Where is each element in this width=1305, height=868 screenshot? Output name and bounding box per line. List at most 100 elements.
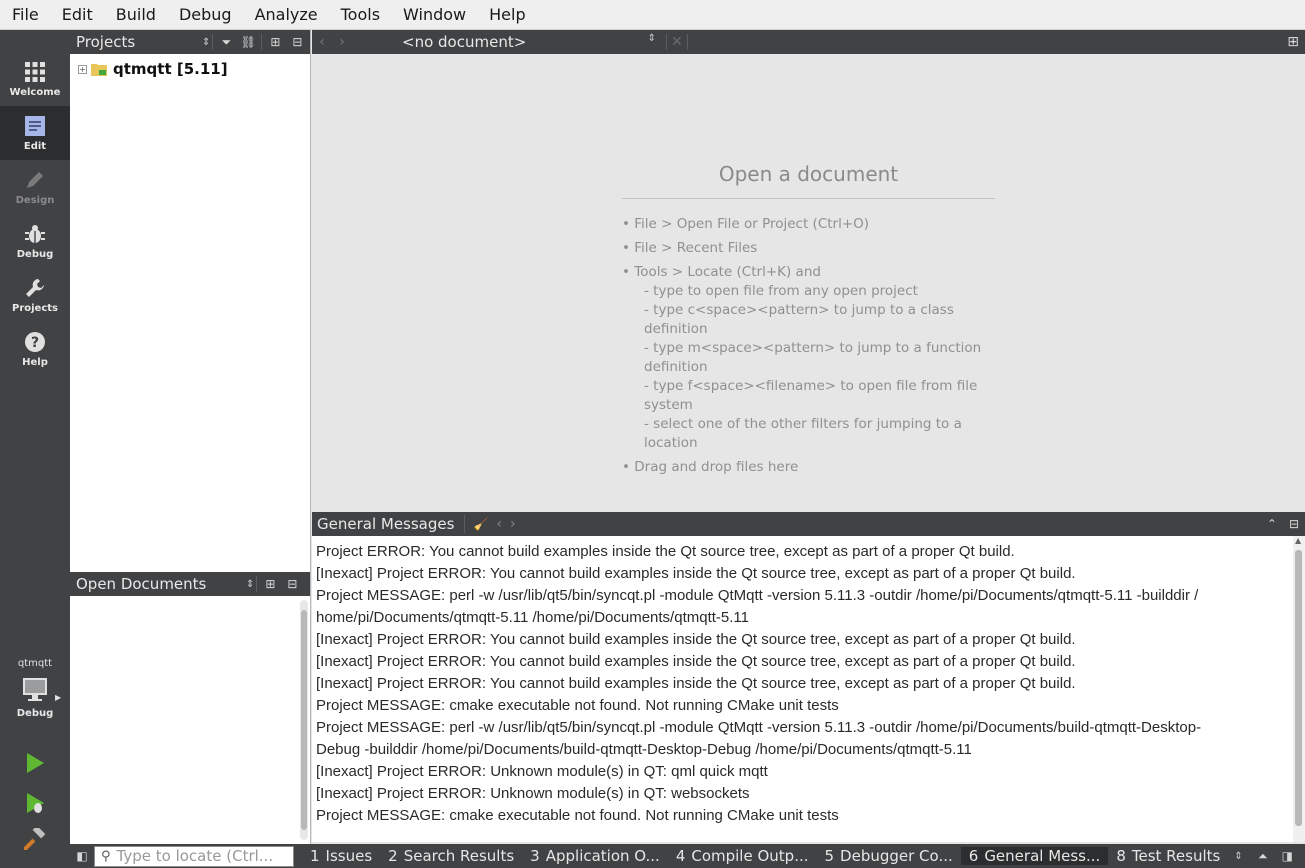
hint-item: • Tools > Locate (Ctrl+K) and: [622, 264, 821, 280]
wrench-icon: [26, 278, 44, 297]
menu-build[interactable]: Build: [104, 0, 167, 30]
output-line: Project MESSAGE: perl -w /usr/lib/qt5/bi…: [316, 719, 1202, 736]
prev-icon[interactable]: ‹: [496, 516, 502, 532]
tab-number: 2: [388, 847, 398, 865]
mode-design[interactable]: Design: [0, 160, 70, 214]
document-combo[interactable]: <no document> ⇕: [402, 33, 660, 51]
kit-selector[interactable]: Debug: [0, 676, 70, 732]
tab-label: General Mess...: [984, 847, 1101, 865]
close-document-icon[interactable]: ✕: [666, 34, 688, 50]
forward-icon[interactable]: ›: [332, 34, 352, 50]
question-icon: ?: [25, 331, 45, 352]
expand-icon[interactable]: +: [78, 64, 87, 74]
project-name: qtmqtt [5.11]: [113, 60, 228, 78]
output-line: Debug -builddir /home/pi/Documents/build…: [316, 741, 972, 758]
play-icon: [27, 753, 44, 773]
locator-input[interactable]: ⚲ Type to locate (Ctrl...: [94, 845, 294, 867]
output-tab-issues[interactable]: 1 Issues: [302, 847, 380, 865]
sub-hint: - type m<space><pattern> to jump to a fu…: [644, 340, 982, 375]
menu-edit[interactable]: Edit: [50, 0, 104, 30]
separator: [261, 34, 263, 50]
projects-pane: Projects ⇕ ⏷ ⛓ ⊞ ⊟ + qtmqtt [5.11]: [70, 30, 311, 572]
output-line: Project MESSAGE: perl -w /usr/lib/qt5/bi…: [316, 587, 1199, 604]
open-documents-scrollbar[interactable]: [300, 600, 308, 840]
open-documents-toolbar: Open Documents ⇕ ⊞ ⊟: [70, 572, 310, 596]
scrollbar-thumb[interactable]: [1295, 550, 1302, 826]
output-tab-test-results[interactable]: 8 Test Results: [1108, 847, 1228, 865]
mode-edit[interactable]: Edit: [0, 106, 70, 160]
tab-number: 5: [824, 847, 835, 865]
general-messages-output[interactable]: Project ERROR: You cannot build examples…: [312, 536, 1293, 842]
close-pane-icon[interactable]: ⊟: [281, 572, 303, 596]
open-documents-combo[interactable]: Open Documents: [70, 575, 242, 593]
back-icon[interactable]: ‹: [312, 34, 332, 50]
link-icon[interactable]: ⛓: [237, 30, 259, 54]
menu-debug[interactable]: Debug: [167, 0, 243, 30]
tab-label: Search Results: [403, 847, 515, 865]
output-tab-search-results[interactable]: 2 Search Results: [380, 847, 522, 865]
output-tab-compile-output[interactable]: 4 Compile Outp...: [668, 847, 817, 865]
tab-label: Application O...: [545, 847, 660, 865]
build-button[interactable]: [18, 822, 52, 856]
output-line: [Inexact] Project ERROR: You cannot buil…: [316, 631, 1076, 648]
bug-icon: [25, 224, 45, 243]
open-documents-pane: Open Documents ⇕ ⊞ ⊟: [70, 572, 311, 844]
menu-analyze[interactable]: Analyze: [243, 0, 329, 30]
tree-item-project[interactable]: + qtmqtt [5.11]: [78, 60, 228, 78]
mode-projects[interactable]: Projects: [0, 268, 70, 322]
split-editor-icon[interactable]: ⊞: [1287, 34, 1299, 50]
editor-area[interactable]: Open a document • File > Open File or Pr…: [312, 54, 1305, 512]
output-tab-debugger-console[interactable]: 5 Debugger Co...: [817, 847, 961, 865]
tab-number: 8: [1116, 847, 1126, 865]
mode-debug[interactable]: Debug: [0, 214, 70, 268]
mode-help[interactable]: ? Help: [0, 322, 70, 376]
run-button[interactable]: [18, 746, 52, 780]
close-pane-icon[interactable]: ⊟: [1289, 517, 1299, 531]
hint-item: • File > Open File or Project (Ctrl+O): [622, 216, 870, 232]
folder-icon: [91, 64, 107, 76]
play-bug-icon: [27, 793, 44, 813]
sub-hint: - select one of the other filters for ju…: [644, 416, 962, 451]
more-tabs-icon[interactable]: ⇕: [1234, 851, 1242, 862]
sub-hint: - type to open file from any open projec…: [644, 283, 918, 299]
tab-label: Debugger Co...: [840, 847, 953, 865]
mode-debug-label: Debug: [16, 248, 54, 260]
menu-file[interactable]: File: [0, 0, 50, 30]
collapse-output-icon[interactable]: ⏶: [1258, 849, 1268, 864]
editor-toolbar: ‹ › <no document> ⇕ ✕ ⊞: [312, 30, 1305, 54]
projects-view-combo[interactable]: Projects: [70, 33, 198, 51]
scrollbar-thumb[interactable]: [301, 610, 307, 830]
tab-number: 6: [968, 847, 979, 865]
menu-tools[interactable]: Tools: [329, 0, 391, 30]
toggle-sidebar-icon[interactable]: ◧: [70, 849, 94, 863]
clear-icon[interactable]: 🧹: [473, 517, 488, 531]
output-line: [Inexact] Project ERROR: Unknown module(…: [316, 785, 750, 802]
output-title: General Messages: [312, 515, 466, 533]
pencil-icon: [27, 171, 43, 188]
scroll-up-icon[interactable]: ▲: [1295, 536, 1301, 545]
mode-welcome[interactable]: Welcome: [0, 52, 70, 106]
open-document-title: Open a document: [622, 162, 995, 199]
filter-icon[interactable]: ⏷: [215, 30, 237, 54]
debug-run-button[interactable]: [18, 786, 52, 820]
close-pane-icon[interactable]: ⊟: [286, 30, 308, 54]
combo-arrows-icon: ⇕: [246, 578, 255, 590]
sub-hint: - type f<space><filename> to open file f…: [644, 378, 978, 413]
hint-item: • File > Recent Files: [622, 240, 758, 256]
output-tab-application-output[interactable]: 3 Application O...: [522, 847, 668, 865]
output-toolbar: General Messages 🧹 ‹ › ⌃ ⊟: [312, 512, 1305, 536]
output-tab-general-messages[interactable]: 6 General Mess...: [960, 847, 1109, 865]
mode-design-label: Design: [15, 194, 55, 206]
menu-window[interactable]: Window: [391, 0, 477, 30]
combo-arrows-icon: ⇕: [202, 36, 211, 48]
projects-toolbar: Projects ⇕ ⏷ ⛓ ⊞ ⊟: [70, 30, 310, 54]
menu-help[interactable]: Help: [477, 0, 536, 30]
open-document-hint: Open a document • File > Open File or Pr…: [622, 162, 995, 482]
split-icon[interactable]: ⊞: [259, 572, 281, 596]
output-scrollbar[interactable]: ▲: [1293, 536, 1305, 842]
split-icon[interactable]: ⊞: [264, 30, 286, 54]
toggle-right-sidebar-icon[interactable]: ◨: [1282, 849, 1293, 864]
next-icon[interactable]: ›: [510, 516, 516, 532]
document-icon: [25, 115, 45, 136]
maximize-icon[interactable]: ⌃: [1267, 517, 1277, 531]
